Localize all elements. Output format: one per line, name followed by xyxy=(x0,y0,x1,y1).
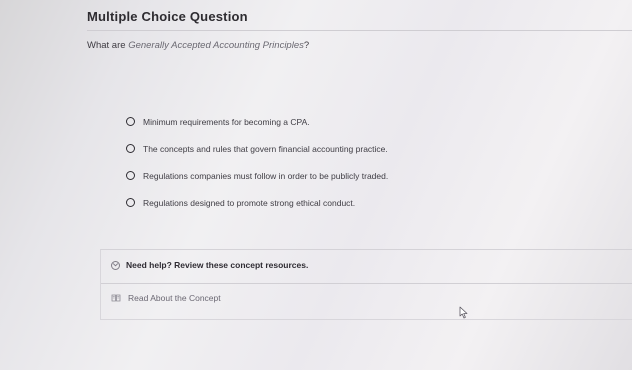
book-icon xyxy=(111,294,121,302)
header-divider xyxy=(87,30,632,31)
mouse-pointer-icon xyxy=(459,306,468,319)
question-text: What are Generally Accepted Accounting P… xyxy=(87,40,309,51)
help-toggle-label: Need help? Review these concept resource… xyxy=(126,260,309,270)
question-prefix: What are xyxy=(87,40,129,51)
chevron-down-icon xyxy=(113,263,118,267)
answer-option-2[interactable]: The concepts and rules that govern finan… xyxy=(126,135,486,162)
answer-options: Minimum requirements for becoming a CPA.… xyxy=(126,108,486,216)
answer-option-label: Regulations companies must follow in ord… xyxy=(143,170,389,181)
question-page: Multiple Choice Question What are Genera… xyxy=(0,0,632,370)
answer-option-4[interactable]: Regulations designed to promote strong e… xyxy=(126,189,486,216)
radio-button-icon[interactable] xyxy=(126,144,135,153)
help-divider xyxy=(101,283,632,284)
read-about-concept-link[interactable]: Read About the Concept xyxy=(111,293,221,303)
radio-button-icon[interactable] xyxy=(126,117,135,126)
answer-option-1[interactable]: Minimum requirements for becoming a CPA. xyxy=(126,108,486,135)
read-about-concept-label: Read About the Concept xyxy=(128,293,221,303)
answer-option-label: Regulations designed to promote strong e… xyxy=(143,197,356,208)
radio-button-icon[interactable] xyxy=(126,171,135,180)
help-resources-panel: Need help? Review these concept resource… xyxy=(100,249,632,320)
page-title: Multiple Choice Question xyxy=(87,9,248,24)
answer-option-3[interactable]: Regulations companies must follow in ord… xyxy=(126,162,486,189)
radio-button-icon[interactable] xyxy=(126,198,135,207)
answer-option-label: The concepts and rules that govern finan… xyxy=(143,143,388,154)
answer-option-label: Minimum requirements for becoming a CPA. xyxy=(143,116,310,127)
help-toggle[interactable]: Need help? Review these concept resource… xyxy=(111,260,308,270)
chevron-down-circle-icon[interactable] xyxy=(111,260,120,270)
question-suffix: ? xyxy=(303,40,310,51)
question-highlight: Generally Accepted Accounting Principles xyxy=(128,40,304,51)
